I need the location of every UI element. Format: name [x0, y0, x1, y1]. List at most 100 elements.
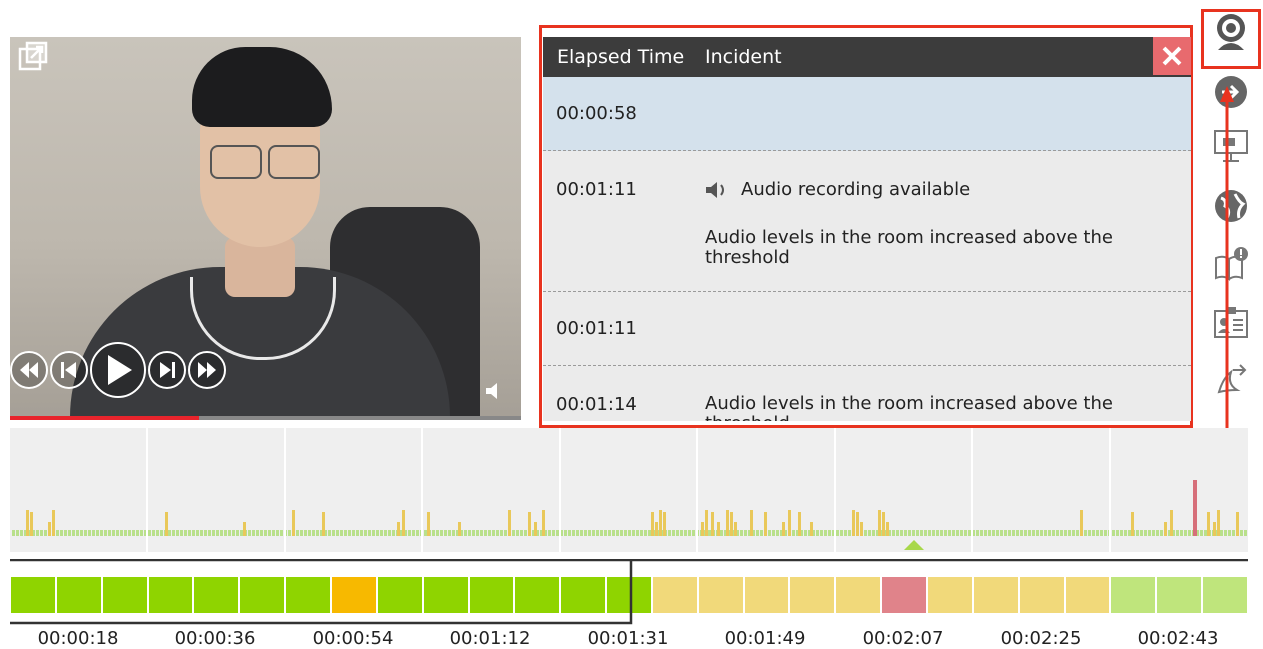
activity-bar-baseline [452, 530, 455, 536]
activity-bar [810, 522, 813, 536]
annotation-arrow [1220, 86, 1234, 478]
incident-time: 00:01:11 [556, 318, 637, 339]
activity-bar [750, 510, 753, 536]
rewind-button[interactable] [10, 351, 48, 389]
segment-divider [971, 428, 973, 552]
activity-bar [852, 510, 855, 536]
activity-bar-baseline [1104, 530, 1107, 536]
activity-bar-baseline [872, 530, 875, 536]
activity-bar-baseline [1152, 530, 1155, 536]
activity-bar-baseline [236, 530, 239, 536]
activity-bar-baseline [252, 530, 255, 536]
activity-bar-baseline [1188, 530, 1191, 536]
activity-bar [717, 522, 720, 536]
activity-bar-baseline [512, 530, 515, 536]
activity-bar-baseline [576, 530, 579, 536]
incident-row[interactable]: 00:01:11 [543, 292, 1191, 366]
activity-bar-baseline [260, 530, 263, 536]
activity-bar-baseline [992, 530, 995, 536]
activity-bar-baseline [232, 530, 235, 536]
activity-bar-baseline [200, 530, 203, 536]
activity-bar [458, 522, 461, 536]
audio-recording-link[interactable]: Audio recording available [705, 179, 970, 200]
activity-bar [1236, 512, 1239, 536]
activity-bar-baseline [480, 530, 483, 536]
activity-bar-baseline [392, 530, 395, 536]
activity-bar-baseline [676, 530, 679, 536]
activity-bar-baseline [1120, 530, 1123, 536]
activity-bar-baseline [152, 530, 155, 536]
segment-divider [421, 428, 423, 552]
activity-bar-baseline [1244, 530, 1247, 536]
activity-bar-baseline [668, 530, 671, 536]
playhead-marker-icon[interactable] [904, 540, 924, 550]
activity-bar-baseline [1016, 530, 1019, 536]
volume-icon[interactable] [484, 380, 506, 402]
activity-bar-baseline [1220, 530, 1223, 536]
activity-bar-baseline [136, 530, 139, 536]
activity-bar-baseline [248, 530, 251, 536]
activity-bar-baseline [820, 530, 823, 536]
activity-bar-baseline [672, 530, 675, 536]
incident-row[interactable]: 00:01:11 Audio recording available Audio… [543, 151, 1191, 292]
activity-bar-baseline [908, 530, 911, 536]
activity-bar [48, 522, 51, 536]
video-progress-track[interactable] [10, 416, 521, 420]
activity-bar-baseline [68, 530, 71, 536]
activity-bar-baseline [380, 530, 383, 536]
activity-bar [764, 512, 767, 536]
timeline-tick-label: 00:00:18 [37, 628, 119, 649]
webcam-button[interactable] [1211, 12, 1251, 52]
activity-bar [730, 512, 733, 536]
activity-bar-baseline [344, 530, 347, 536]
segment-divider [146, 428, 148, 552]
activity-bar-baseline [1128, 530, 1131, 536]
play-button[interactable] [90, 342, 146, 398]
activity-bar-baseline [364, 530, 367, 536]
activity-bar [734, 522, 737, 536]
activity-bar [52, 510, 55, 536]
activity-bar-baseline [932, 530, 935, 536]
activity-bar-baseline [148, 530, 151, 536]
activity-bar-baseline [1000, 530, 1003, 536]
activity-bar-baseline [104, 530, 107, 536]
activity-bar-baseline [240, 530, 243, 536]
close-button[interactable] [1153, 37, 1191, 75]
activity-bar-baseline [1144, 530, 1147, 536]
activity-bar [705, 510, 708, 536]
activity-bar-baseline [356, 530, 359, 536]
activity-bar-baseline [76, 530, 79, 536]
activity-bar-baseline [1036, 530, 1039, 536]
activity-bar [701, 522, 704, 536]
activity-bar-baseline [956, 530, 959, 536]
activity-chart[interactable] [10, 428, 1248, 552]
activity-bar-baseline [1116, 530, 1119, 536]
close-icon [1162, 46, 1182, 66]
incident-row[interactable]: 00:00:58 [543, 77, 1191, 151]
activity-bar-baseline [604, 530, 607, 536]
activity-bar-baseline [940, 530, 943, 536]
activity-bar-baseline [1232, 530, 1235, 536]
activity-bar-baseline [156, 530, 159, 536]
activity-bar-baseline [684, 530, 687, 536]
incident-row[interactable]: 00:01:14 Audio levels in the room increa… [543, 366, 1191, 422]
fast-forward-button[interactable] [188, 351, 226, 389]
previous-button[interactable] [50, 351, 88, 389]
activity-bar-baseline [928, 530, 931, 536]
activity-bar-baseline [440, 530, 443, 536]
next-button[interactable] [148, 351, 186, 389]
activity-bar-baseline [424, 530, 427, 536]
activity-bar-baseline [160, 530, 163, 536]
segment-divider [559, 428, 561, 552]
activity-bar-baseline [132, 530, 135, 536]
activity-bar-baseline [740, 530, 743, 536]
activity-bar [1080, 510, 1083, 536]
activity-bar-baseline [1160, 530, 1163, 536]
activity-bar [508, 510, 511, 536]
activity-bar [1207, 512, 1210, 536]
popout-icon[interactable] [18, 41, 48, 71]
activity-bar [788, 510, 791, 536]
activity-bar-baseline [300, 530, 303, 536]
activity-bar-baseline [984, 530, 987, 536]
video-player[interactable] [10, 37, 521, 420]
